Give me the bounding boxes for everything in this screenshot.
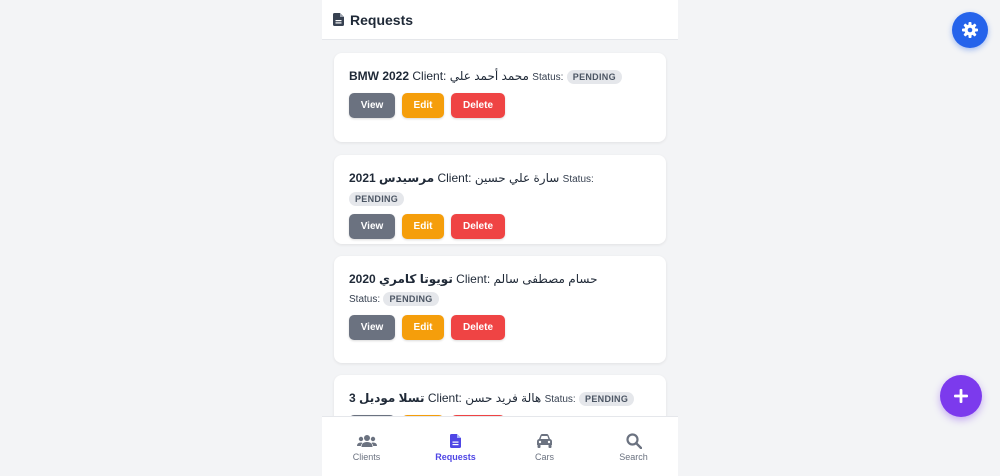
card-actions: View Edit Delete — [349, 93, 651, 118]
page-header: Requests — [322, 0, 678, 40]
car-icon — [536, 433, 553, 449]
nav-item-requests[interactable]: Requests — [411, 417, 500, 476]
app-panel: Requests BMW 2022 Client: محمد أحمد علي … — [322, 0, 678, 476]
view-button[interactable]: View — [349, 315, 395, 340]
request-summary: تويوتا كامري 2020 Client: حسام مصطفى سال… — [349, 270, 621, 309]
card-actions: View Edit Delete — [349, 214, 651, 239]
status-label: Status: — [532, 72, 564, 83]
delete-button[interactable]: Delete — [451, 93, 505, 118]
request-summary: تسلا موديل 3 Client: هالة فريد حسن Statu… — [349, 389, 651, 409]
page-title: Requests — [350, 11, 414, 28]
file-icon — [450, 433, 461, 449]
add-request-button[interactable] — [940, 375, 982, 417]
client-name: محمد أحمد علي — [449, 69, 529, 83]
client-name: حسام مصطفى سالم — [493, 272, 598, 286]
status-badge: PENDING — [383, 292, 439, 306]
status-label: Status: — [349, 294, 381, 305]
request-card: BMW 2022 Client: محمد أحمد علي Status: P… — [334, 53, 666, 142]
view-button[interactable]: View — [349, 93, 395, 118]
car-name: BMW 2022 — [349, 69, 410, 83]
request-card: تويوتا كامري 2020 Client: حسام مصطفى سال… — [334, 256, 666, 363]
request-card: مرسيدس 2021 Client: سارة علي حسين Status… — [334, 155, 666, 244]
status-label: Status: — [562, 174, 594, 185]
client-name: هالة فريد حسن — [465, 391, 542, 405]
delete-button[interactable]: Delete — [451, 214, 505, 239]
car-name: تسلا موديل 3 — [349, 391, 425, 405]
car-name: مرسيدس 2021 — [349, 171, 435, 185]
gear-icon — [962, 22, 978, 38]
nav-item-clients[interactable]: Clients — [322, 417, 411, 476]
edit-button[interactable]: Edit — [402, 315, 444, 340]
settings-button[interactable] — [952, 12, 988, 48]
view-button[interactable]: View — [349, 214, 395, 239]
nav-label: Cars — [534, 451, 554, 462]
status-badge: PENDING — [349, 192, 405, 206]
card-actions: View Edit Delete — [349, 315, 651, 340]
nav-label: Requests — [435, 451, 476, 462]
client-label: Client: — [412, 69, 447, 83]
client-name: سارة علي حسين — [474, 171, 560, 185]
users-icon — [356, 433, 377, 449]
client-label: Client: — [456, 272, 491, 286]
status-badge: PENDING — [579, 392, 635, 406]
nav-label: Search — [619, 451, 648, 462]
car-name: تويوتا كامري 2020 — [349, 272, 453, 286]
search-icon — [625, 432, 642, 449]
status-badge: PENDING — [566, 70, 622, 84]
status-label: Status: — [544, 394, 576, 405]
plus-icon — [953, 388, 969, 404]
client-label: Client: — [427, 391, 462, 405]
nav-item-cars[interactable]: Cars — [500, 417, 589, 476]
edit-button[interactable]: Edit — [402, 214, 444, 239]
bottom-nav: Clients Requests Cars Search — [322, 416, 678, 476]
request-summary: BMW 2022 Client: محمد أحمد علي Status: P… — [349, 67, 651, 87]
edit-button[interactable]: Edit — [402, 93, 444, 118]
nav-item-search[interactable]: Search — [589, 417, 678, 476]
file-icon — [333, 13, 344, 26]
request-summary: مرسيدس 2021 Client: سارة علي حسين Status… — [349, 169, 651, 208]
nav-label: Clients — [352, 451, 381, 462]
delete-button[interactable]: Delete — [451, 315, 505, 340]
client-label: Client: — [437, 171, 472, 185]
